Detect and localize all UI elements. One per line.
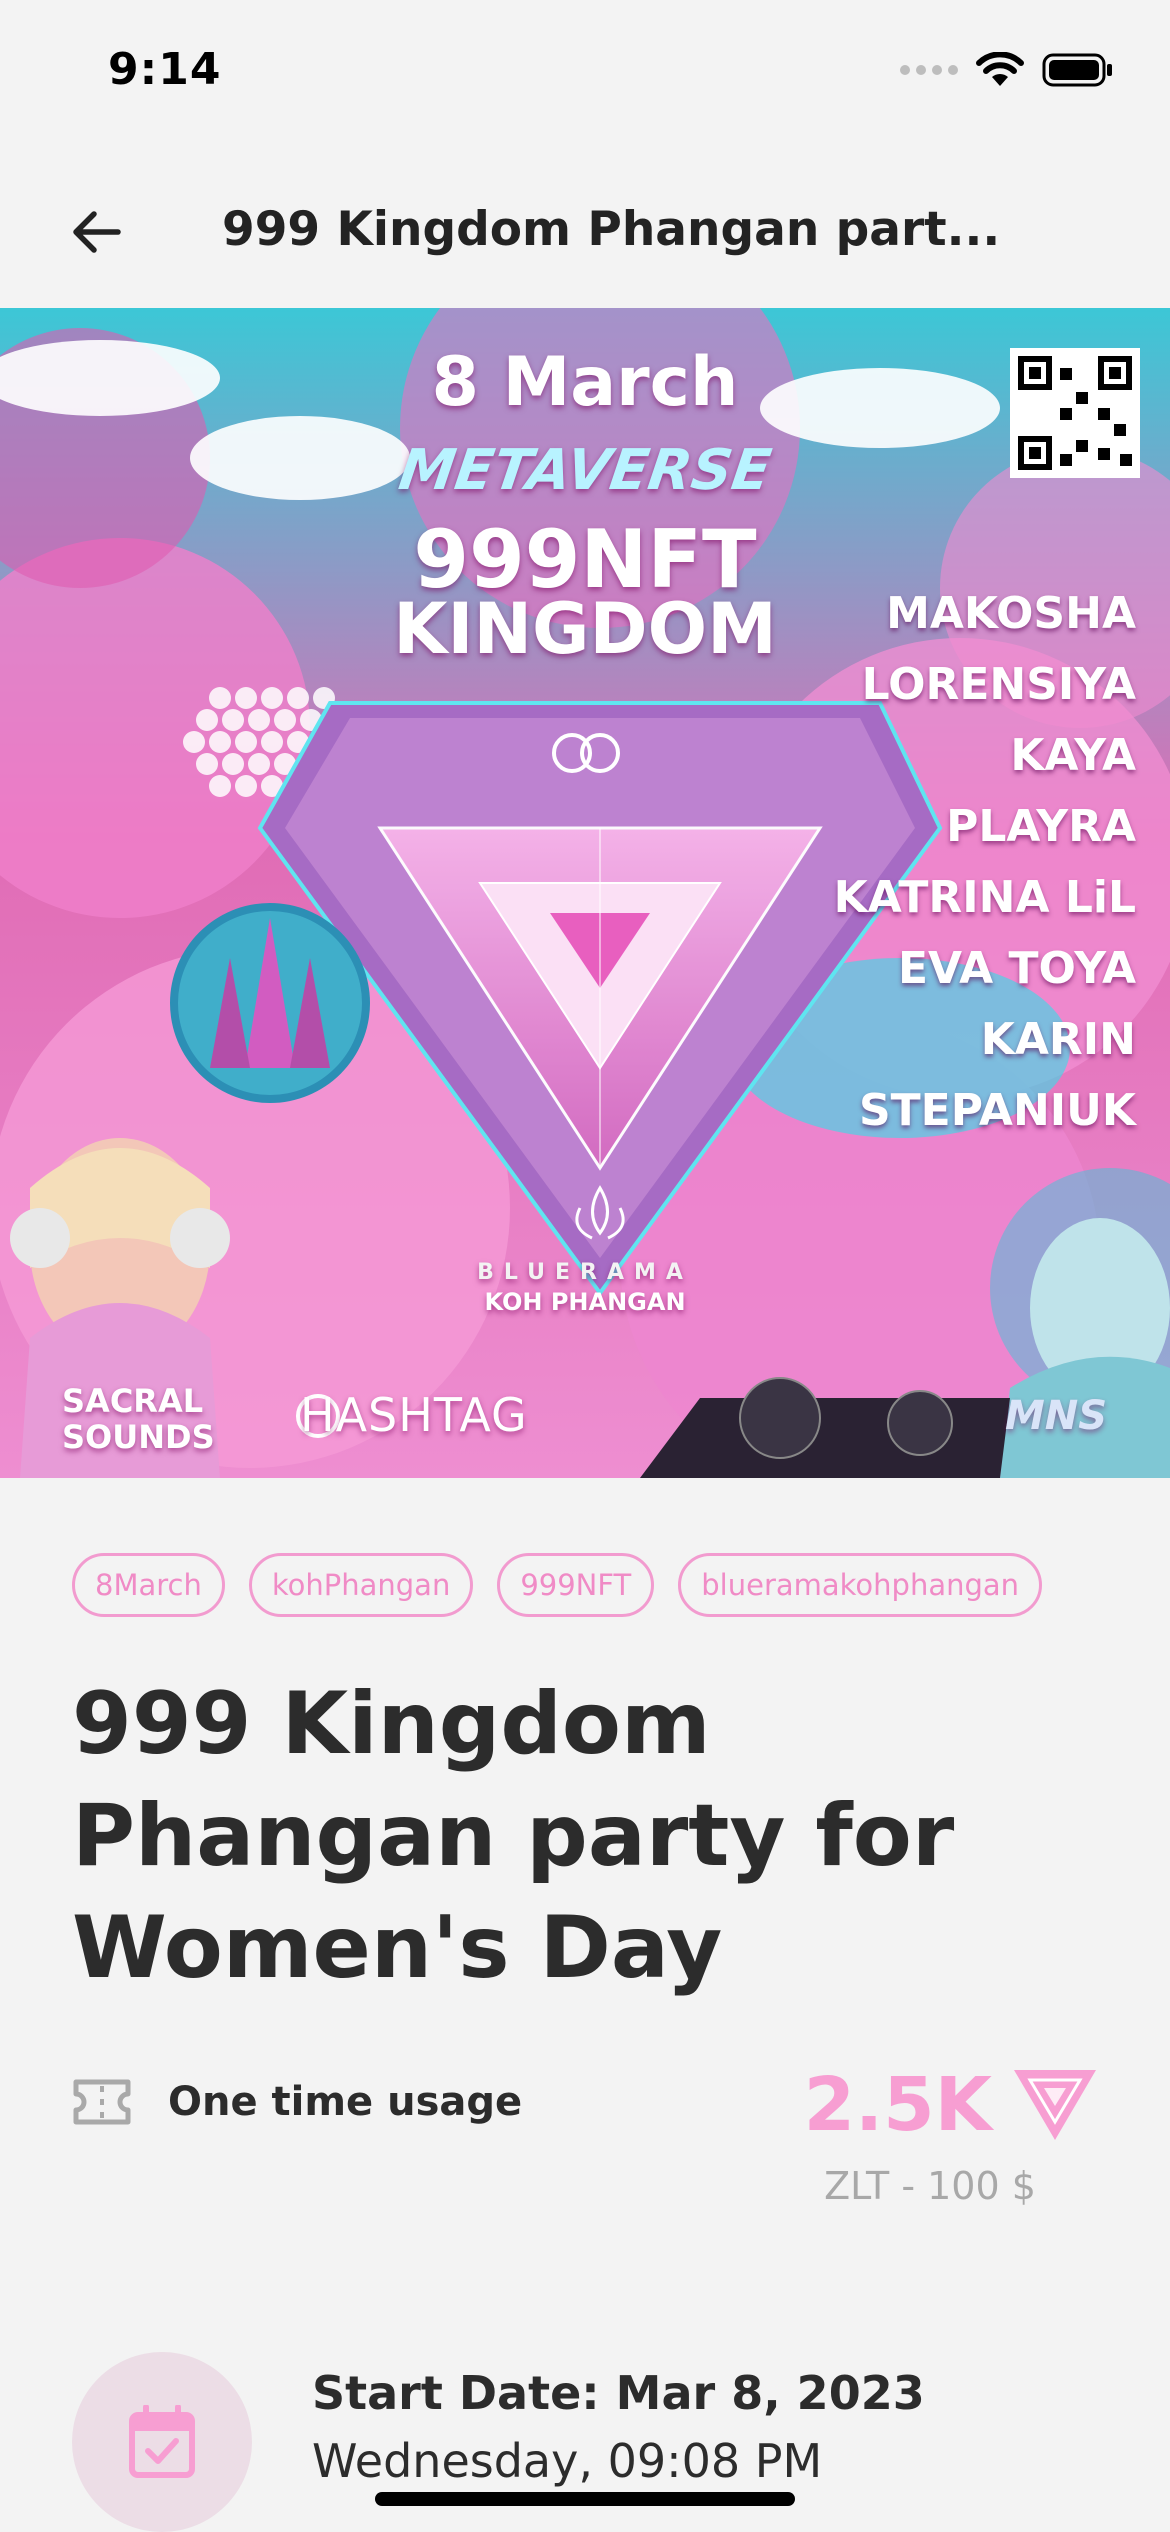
tag-chip[interactable]: kohPhangan bbox=[248, 1553, 474, 1617]
wifi-icon bbox=[976, 52, 1024, 86]
lineup-item: EVA TOYA bbox=[897, 943, 1136, 994]
poster-sponsor-right: MNS bbox=[1005, 1393, 1108, 1439]
nav-header: 999 Kingdom Phangan part... bbox=[0, 150, 1170, 308]
home-indicator[interactable] bbox=[375, 2492, 795, 2506]
lineup-item: LORENSIYA bbox=[861, 659, 1136, 710]
tag-chip[interactable]: 8March bbox=[72, 1553, 225, 1617]
page-title: 999 Kingdom Phangan part... bbox=[222, 202, 1001, 257]
arrow-left-icon bbox=[73, 211, 121, 253]
lineup-item: MAKOSHA bbox=[886, 588, 1136, 639]
ticket-icon bbox=[73, 2079, 131, 2125]
poster-brand: BLUERAMA bbox=[477, 1260, 693, 1285]
tag-list: 8March kohPhangan 999NFT blueramakohphan… bbox=[72, 1553, 1043, 1617]
event-title: 999 Kingdom Phangan party for Women's Da… bbox=[72, 1674, 955, 1998]
usage-label: One time usage bbox=[168, 2079, 523, 2125]
cellular-signal-icon bbox=[900, 65, 958, 75]
calendar-check-icon bbox=[129, 2405, 195, 2478]
lineup-item: STEPANIUK bbox=[858, 1085, 1136, 1136]
start-date-label: Start Date: Mar 8, 2023 bbox=[312, 2366, 925, 2420]
price-value: 2.5K bbox=[803, 2062, 992, 2148]
back-button[interactable] bbox=[60, 196, 132, 268]
lineup-item: KAYA bbox=[1010, 730, 1136, 781]
zlt-token-icon bbox=[1014, 2070, 1096, 2140]
start-date-weekday: Wednesday, 09:08 PM bbox=[312, 2434, 823, 2488]
poster-location: KOH PHANGAN bbox=[484, 1288, 686, 1316]
usage-row: One time usage bbox=[72, 2076, 522, 2128]
lineup-item: KATRINA LiL bbox=[833, 872, 1136, 923]
poster-subtitle: METAVERSE bbox=[395, 438, 775, 503]
lineup-item: KARIN bbox=[980, 1014, 1136, 1065]
status-icons bbox=[900, 52, 1114, 88]
event-poster-image: 8 March METAVERSE 999NFT KINGDOM MAKOSHA… bbox=[0, 308, 1170, 1478]
status-time: 9:14 bbox=[108, 44, 222, 95]
poster-date: 8 March bbox=[431, 343, 739, 422]
poster-sponsor-center: HASHTAG bbox=[300, 1388, 528, 1442]
price-block: 2.5K ZLT - 100 $ bbox=[800, 2062, 1098, 2208]
lineup-item: PLAYRA bbox=[946, 801, 1136, 852]
poster-sponsor-left: SACRAL SOUNDS bbox=[62, 1382, 215, 1456]
tag-chip[interactable]: blueramakohphangan bbox=[678, 1553, 1043, 1617]
price-subtext: ZLT - 100 $ bbox=[824, 2164, 1036, 2208]
tag-chip[interactable]: 999NFT bbox=[497, 1553, 655, 1617]
calendar-badge bbox=[72, 2352, 252, 2532]
poster-lineup: MAKOSHA LORENSIYA KAYA PLAYRA KATRINA Li… bbox=[834, 578, 1136, 1146]
battery-icon bbox=[1042, 53, 1112, 87]
status-bar: 9:14 bbox=[0, 0, 1170, 150]
